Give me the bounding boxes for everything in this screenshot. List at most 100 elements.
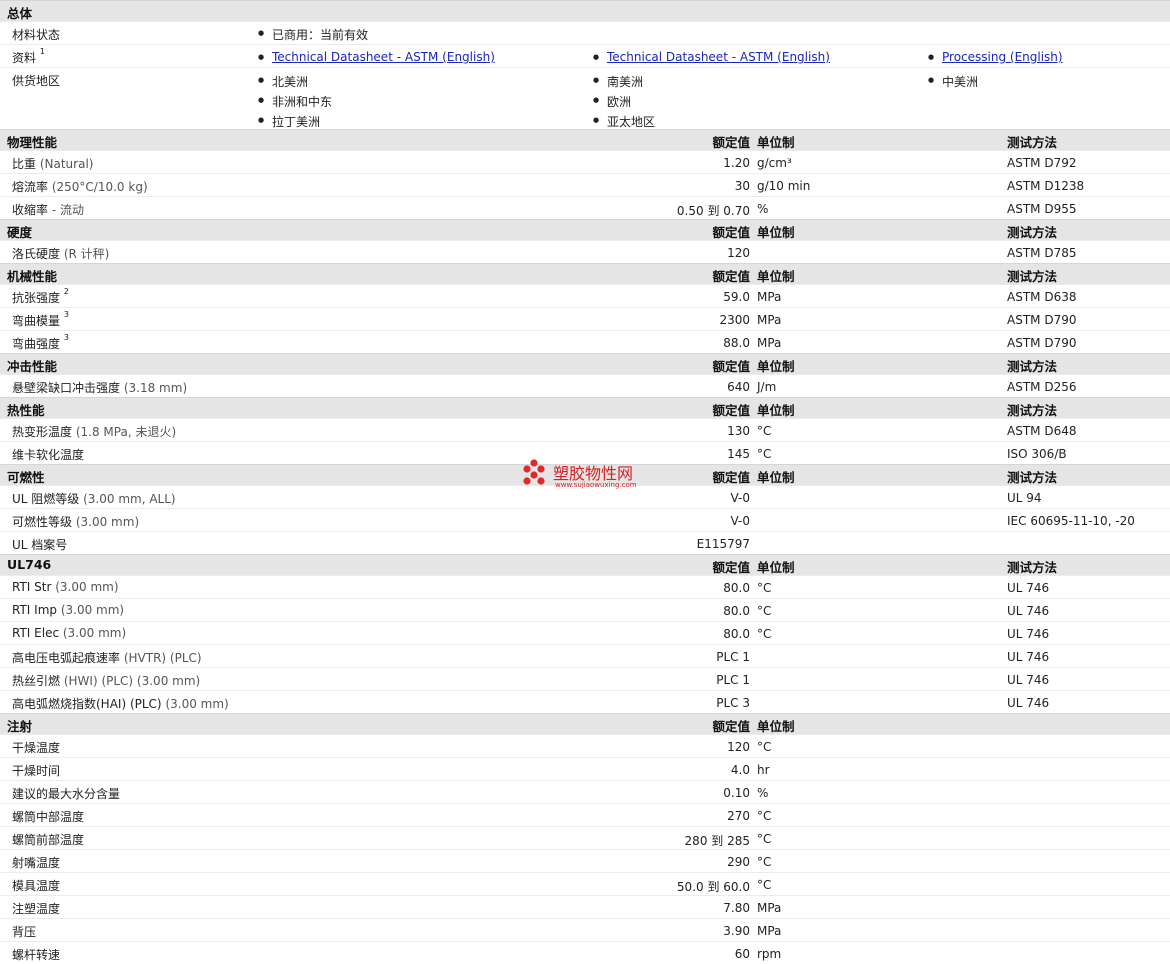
section-header-general: 总体 (0, 0, 1170, 21)
property-value: 280 到 285 (684, 834, 750, 848)
col-header-unit: 单位制 (757, 403, 795, 418)
watermark-dots-icon (523, 459, 545, 485)
region-item: 北美洲 (258, 73, 308, 90)
property-value: 2300 (719, 313, 750, 327)
property-unit: g/10 min (757, 179, 811, 193)
test-method: UL 746 (1007, 673, 1050, 687)
col-header-method: 测试方法 (1007, 225, 1058, 240)
property-unit: MPa (757, 336, 782, 350)
property-row: RTI Elec (3.00 mm) 80.0 °C UL 746 (0, 621, 1170, 644)
col-header-method: 测试方法 (1007, 359, 1058, 374)
property-row: 可燃性等级 (3.00 mm) V-0 IEC 60695-11-10, -20 (0, 508, 1170, 531)
property-label: 可燃性等级 (3.00 mm) (12, 515, 140, 529)
section-title: 机械性能 (7, 269, 58, 284)
property-value: 80.0 (723, 604, 750, 618)
documents-label: 资料 1 (12, 47, 45, 65)
property-unit: °C (757, 627, 772, 641)
property-sections: 物理性能 额定值 单位制 测试方法 比重 (Natural) 1.20 g/cm³ ASTM … (0, 129, 1170, 964)
test-method: IEC 60695-11-10, -20 (1007, 514, 1135, 528)
property-value: 120 (727, 740, 750, 754)
col-header-method: 测试方法 (1007, 403, 1058, 418)
section-title: 物理性能 (7, 135, 58, 150)
property-value: 120 (727, 246, 750, 260)
property-unit: °C (757, 740, 772, 754)
property-label: 螺筒前部温度 (12, 833, 85, 847)
property-label: 弯曲模量 3 (12, 310, 69, 328)
property-value: 80.0 (723, 627, 750, 641)
test-method: UL 746 (1007, 581, 1050, 595)
property-label: 热变形温度 (1.8 MPa, 未退火) (12, 425, 177, 439)
property-value: 50.0 到 60.0 (676, 880, 750, 894)
property-label: 高电弧燃烧指数(HAI) (PLC) (3.00 mm) (12, 697, 229, 711)
property-value: 7.80 (723, 901, 750, 915)
section-title: 可燃性 (7, 470, 45, 485)
property-row: 射嘴温度 290 °C (0, 849, 1170, 872)
property-value: 290 (727, 855, 750, 869)
property-label: 射嘴温度 (12, 856, 61, 870)
region-item: 亚太地区 (593, 113, 655, 130)
property-row: RTI Imp (3.00 mm) 80.0 °C UL 746 (0, 598, 1170, 621)
status-value: 已商用：当前有效 (258, 26, 368, 43)
test-method: ASTM D955 (1007, 202, 1077, 216)
doc-link-2[interactable]: Technical Datasheet - ASTM (English) (593, 50, 830, 64)
property-row: 比重 (Natural) 1.20 g/cm³ ASTM D792 (0, 150, 1170, 173)
property-unit: °C (757, 809, 772, 823)
property-value: PLC 3 (716, 696, 750, 710)
col-header-value: 额定值 (712, 135, 750, 150)
test-method: UL 746 (1007, 696, 1050, 710)
test-method: ASTM D1238 (1007, 179, 1085, 193)
section-header: 注射 额定值 单位制 (0, 713, 1170, 734)
col-header-unit: 单位制 (757, 135, 795, 150)
property-row: RTI Str (3.00 mm) 80.0 °C UL 746 (0, 575, 1170, 598)
col-header-unit: 单位制 (757, 560, 795, 575)
section-title: UL746 (7, 557, 52, 572)
documents-row: 资料 1 Technical Datasheet - ASTM (English… (0, 44, 1170, 67)
doc-link-1[interactable]: Technical Datasheet - ASTM (English) (258, 50, 495, 64)
regions-label: 供货地区 (12, 74, 61, 88)
property-row: 弯曲强度 3 88.0 MPa ASTM D790 (0, 330, 1170, 353)
property-row: 高电压电弧起痕速率 (HVTR) (PLC) PLC 1 UL 746 (0, 644, 1170, 667)
property-value: 130 (727, 424, 750, 438)
test-method: ASTM D790 (1007, 313, 1077, 327)
property-unit: °C (757, 447, 772, 461)
test-method: UL 746 (1007, 627, 1050, 641)
test-method: UL 94 (1007, 491, 1042, 505)
property-unit: % (757, 786, 769, 800)
test-method: ASTM D648 (1007, 424, 1077, 438)
property-row: 螺筒中部温度 270 °C (0, 803, 1170, 826)
property-label: 收缩率 - 流动 (12, 203, 84, 217)
property-value: 30 (734, 179, 750, 193)
property-value: 0.10 (723, 786, 750, 800)
test-method: ASTM D256 (1007, 380, 1077, 394)
property-row: 高电弧燃烧指数(HAI) (PLC) (3.00 mm) PLC 3 UL 746 (0, 690, 1170, 713)
region-item: 南美洲 (593, 73, 643, 90)
property-row: 模具温度 50.0 到 60.0 °C (0, 872, 1170, 895)
property-value: E115797 (696, 537, 750, 551)
property-label: 建议的最大水分含量 (12, 787, 121, 801)
property-label: RTI Elec (3.00 mm) (12, 626, 127, 640)
col-header-value: 额定值 (712, 560, 750, 575)
test-method: ASTM D790 (1007, 336, 1077, 350)
regions-row: 供货地区 北美洲 非洲和中东 拉丁美洲 南美洲 欧洲 亚太地区 中美洲 (0, 67, 1170, 129)
section-title: 注射 (7, 719, 33, 734)
col-header-method: 测试方法 (1007, 560, 1058, 575)
property-value: 88.0 (723, 336, 750, 350)
property-row: 悬壁梁缺口冲击强度 (3.18 mm) 640 J/m ASTM D256 (0, 374, 1170, 397)
section-header: 机械性能 额定值 单位制 测试方法 (0, 263, 1170, 284)
property-unit: °C (757, 855, 772, 869)
status-row: 材料状态 已商用：当前有效 (0, 21, 1170, 44)
col-header-value: 额定值 (712, 359, 750, 374)
property-label: 比重 (Natural) (12, 157, 94, 171)
col-header-value: 额定值 (712, 225, 750, 240)
property-unit: g/cm³ (757, 156, 792, 170)
section-header: 热性能 额定值 单位制 测试方法 (0, 397, 1170, 418)
property-row: 熔流率 (250°C/10.0 kg) 30 g/10 min ASTM D1238 (0, 173, 1170, 196)
section-header: 硬度 额定值 单位制 测试方法 (0, 219, 1170, 240)
test-method: UL 746 (1007, 650, 1050, 664)
region-item: 欧洲 (593, 93, 631, 110)
property-value: V-0 (730, 491, 750, 505)
property-row: 收缩率 - 流动 0.50 到 0.70% ASTM D955 (0, 196, 1170, 219)
property-row: 干燥温度 120 °C (0, 734, 1170, 757)
doc-link-3[interactable]: Processing (English) (928, 50, 1063, 64)
col-header-method: 测试方法 (1007, 470, 1058, 485)
